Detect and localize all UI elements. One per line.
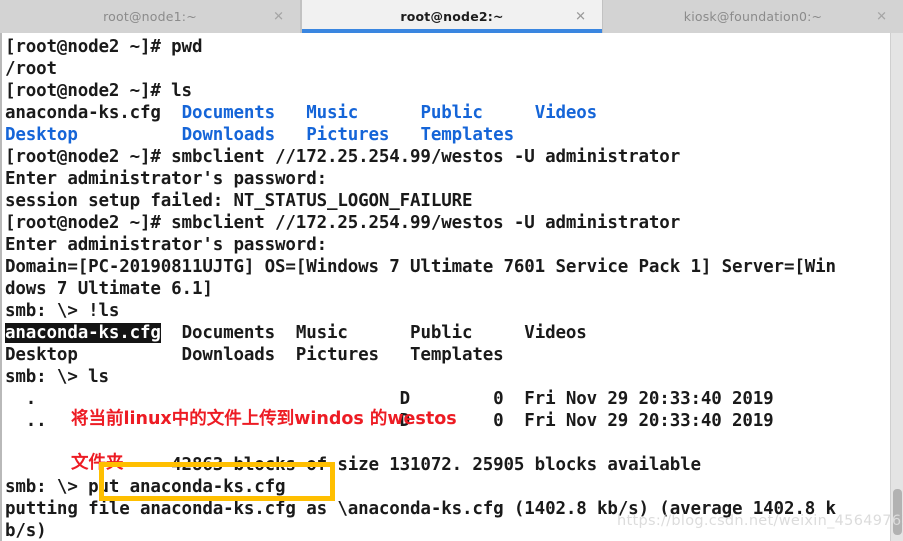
terminal-output-area[interactable]: [root@node2 ~]# pwd/root [root@node2 ~]# … — [0, 33, 903, 541]
terminal-text: [root@node2 ~]# smbclient //172.25.254.9… — [5, 147, 681, 167]
terminal-text: Documents Music Public Videos — [160, 323, 587, 343]
terminal-text: [root@node2 ~]# pwd — [5, 37, 203, 57]
terminal-line: 42863 blocks of size 131072. 25905 block… — [5, 454, 892, 476]
terminal-line: Desktop Downloads Pictures Templates — [5, 344, 892, 366]
terminal-text: [root@node2 ~]# ls — [5, 81, 192, 101]
terminal-text: smb: \> put anaconda-ks.cfg — [5, 477, 286, 497]
selected-filename: anaconda-ks.cfg — [5, 323, 161, 343]
terminal-line: session setup failed: NT_STATUS_LOGON_FA… — [5, 190, 892, 212]
directory-name: Downloads — [181, 125, 276, 145]
terminal-line: [root@node2 ~]# ls — [5, 80, 892, 102]
tab-title: kiosk@foundation0:~ — [683, 9, 823, 24]
terminal-text: dows 7 Ultimate 6.1] — [5, 279, 213, 299]
tab-bar: root@node1:~ ✕ root@node2:~ ✕ kiosk@foun… — [0, 0, 903, 33]
watermark: https://blog.csdn.net/weixin_45649763 — [617, 513, 903, 529]
close-icon[interactable]: ✕ — [273, 10, 284, 23]
directory-name: Templates — [420, 125, 514, 145]
terminal-text: /root — [5, 59, 57, 79]
tab-root-node1[interactable]: root@node1:~ ✕ — [0, 0, 301, 33]
terminal-text: smb: \> !ls — [5, 301, 120, 321]
terminal-text: Enter administrator's password: — [5, 235, 327, 255]
terminal-line: Enter administrator's password: — [5, 234, 892, 256]
terminal-text: [root@node2 ~]# smbclient //172.25.254.9… — [5, 213, 681, 233]
tab-title: root@node1:~ — [103, 9, 197, 24]
terminal-window: root@node1:~ ✕ root@node2:~ ✕ kiosk@foun… — [0, 0, 903, 541]
close-icon[interactable]: ✕ — [575, 10, 586, 23]
terminal-line: anaconda-ks.cfg Documents Music Public V… — [5, 322, 892, 344]
terminal-line: dows 7 Ultimate 6.1] — [5, 278, 892, 300]
annotation-text-line-2: 文件夹 — [71, 453, 124, 473]
annotation-text-line-1: 将当前linux中的文件上传到windos 的westos — [71, 409, 457, 429]
tab-root-node2[interactable]: root@node2:~ ✕ — [301, 0, 603, 33]
directory-name: Music — [306, 103, 359, 123]
terminal-line: /root — [5, 58, 892, 80]
terminal-line: Desktop Downloads Pictures Templates — [5, 124, 892, 146]
terminal-text: Domain=[PC-20190811UJTG] OS=[Windows 7 U… — [5, 257, 836, 277]
terminal-line: smb: \> put anaconda-ks.cfg — [5, 476, 892, 498]
tab-title: root@node2:~ — [400, 9, 504, 24]
terminal-text: Desktop Downloads Pictures Templates — [5, 345, 504, 365]
directory-name: Videos — [534, 103, 598, 123]
terminal-scrollbar[interactable] — [890, 33, 903, 541]
terminal-text: anaconda-ks.cfg — [5, 103, 182, 123]
terminal-line: Domain=[PC-20190811UJTG] OS=[Windows 7 U… — [5, 256, 892, 278]
terminal-line: smb: \> !ls — [5, 300, 892, 322]
terminal-screen: [root@node2 ~]# pwd/root [root@node2 ~]# … — [2, 33, 892, 541]
terminal-text: b/s) — [5, 521, 47, 541]
terminal-line: [root@node2 ~]# smbclient //172.25.254.9… — [5, 146, 892, 168]
terminal-line: [root@node2 ~]# pwd — [5, 36, 892, 58]
terminal-text: session setup failed: NT_STATUS_LOGON_FA… — [5, 191, 473, 211]
terminal-line: [root@node2 ~]# smbclient //172.25.254.9… — [5, 212, 892, 234]
close-icon[interactable]: ✕ — [876, 10, 887, 23]
directory-name: Public — [420, 103, 483, 123]
tab-kiosk-foundation0[interactable]: kiosk@foundation0:~ ✕ — [603, 0, 903, 33]
directory-name: Pictures — [306, 125, 390, 145]
terminal-line: smb: \> ls — [5, 366, 892, 388]
terminal-line: anaconda-ks.cfg Documents Music Public V… — [5, 102, 892, 124]
terminal-text: smb: \> ls — [5, 367, 109, 387]
directory-name: Documents — [181, 103, 276, 123]
terminal-text: Enter administrator's password: — [5, 169, 327, 189]
directory-name: Desktop — [5, 125, 78, 145]
terminal-line: Enter administrator's password: — [5, 168, 892, 190]
